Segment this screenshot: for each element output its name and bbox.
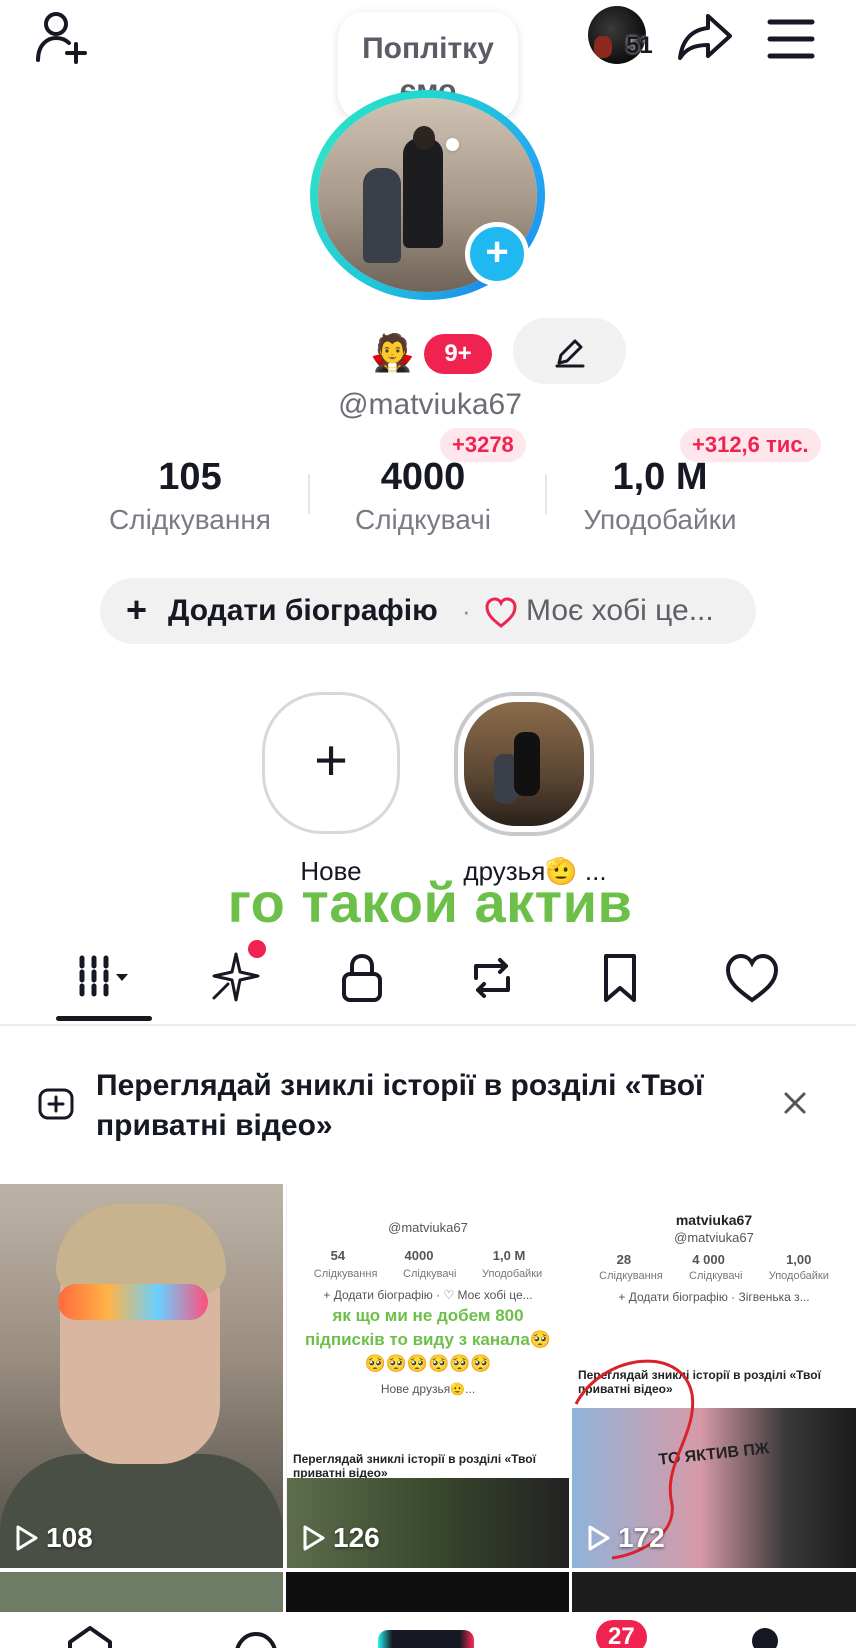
share-icon[interactable] [676,8,734,66]
username: @matviuka67 [338,388,522,421]
video-thumbnail[interactable] [572,1572,856,1612]
profile-emoji: 🧛 [370,332,415,373]
video-thumbnail[interactable] [286,1572,569,1612]
hobby-prompt[interactable]: Моє хобі це... [526,594,714,628]
heart-icon [484,596,518,630]
new-activity-dot [248,940,266,958]
plus-icon: + [126,589,148,630]
highlight-friends[interactable] [454,692,594,836]
likes-delta-badge: +312,6 тис. [680,428,821,462]
play-icon [16,1525,38,1551]
followers-delta-badge: +3278 [440,428,526,462]
video-thumbnail[interactable]: @matviuka67 54 4000 1,0 M Слідкування Слідк… [286,1184,569,1568]
likes-stat[interactable]: 1,0 M Уподобайки [545,452,775,538]
view-count: 172 [586,1522,665,1554]
following-stat[interactable]: 105 Слідкування [75,452,305,538]
video-thumbnail[interactable] [0,1572,283,1612]
bookmark-icon [604,954,636,1002]
lock-icon [342,953,382,1002]
videos-grid-icon [79,955,128,997]
add-friend-icon[interactable] [34,8,92,66]
heart-icon [725,953,779,1003]
thumb-highlights: Нове друзья🫡... [380,1382,476,1396]
bubble-dot [446,138,459,151]
thumb-bio: + Додати біографію · Зігвенька з... [618,1290,810,1304]
repost-icon [474,958,510,998]
bio-separator: · [462,596,471,626]
play-icon [303,1525,325,1551]
divider [0,1024,856,1026]
thumb-stats: 54 4000 1,0 M [330,1248,526,1263]
likes-label: Уподобайки [583,504,737,535]
close-icon[interactable] [780,1088,810,1118]
private-videos-banner-text[interactable]: Переглядай зниклі історії в розділі «Тво… [96,1066,756,1146]
thumb-banner: Переглядай зниклі історії в розділі «Тво… [293,1452,536,1480]
thumb-caption: як що ми не добем 800 підписків то виду … [305,1306,551,1373]
thumb-stats: 28 4 000 1,00 [616,1252,812,1267]
tab-videos[interactable] [72,948,132,1008]
inbox-badge: 27 [596,1620,647,1648]
tab-reposts[interactable] [462,948,522,1008]
new-highlight-button[interactable]: + [262,692,400,834]
add-bio-button[interactable]: Додати біографію [168,594,438,628]
thumb-stat-labels: Слідкування Слідкувачі Уподобайки [599,1270,829,1282]
active-tab-indicator [56,1016,152,1021]
thumb-username: @matviuka67 [388,1220,468,1235]
play-icon [588,1525,610,1551]
home-icon[interactable] [62,1626,118,1648]
view-count: 108 [14,1522,93,1554]
thumb-username: @matviuka67 [674,1230,754,1245]
video-thumbnail[interactable]: 108 [0,1184,283,1568]
following-label: Слідкування [109,504,271,535]
add-video-icon [36,1084,76,1124]
profile-nav-icon[interactable] [752,1628,778,1648]
video-thumbnail[interactable]: matviuka67 @matviuka67 28 4 000 1,00 Слідк… [572,1184,856,1568]
add-story-button[interactable]: + [465,222,529,286]
tab-favorites[interactable] [590,948,650,1008]
following-count: 105 [158,456,222,498]
create-button[interactable] [378,1630,474,1648]
visitor-count: 51 [626,32,653,59]
thumb-bio: + Додати біографію · ♡ Моє хобі це... [323,1288,533,1302]
followers-stat[interactable]: 4000 Слідкувачі [308,452,538,538]
pencil-icon [555,339,585,368]
tab-private[interactable] [332,948,392,1008]
edit-profile-button[interactable] [513,318,626,384]
tab-liked[interactable] [722,948,782,1008]
view-count: 126 [301,1522,380,1554]
level-badge[interactable]: 9+ [424,334,492,374]
friends-icon[interactable] [228,1628,284,1648]
overlay-caption: го такой актив [227,871,633,934]
menu-icon[interactable] [762,10,820,68]
thumb-name: matviuka67 [675,1212,753,1228]
thumb-stat-labels: Слідкування Слідкувачі Уподобайки [313,1268,543,1280]
followers-label: Слідкувачі [354,504,491,535]
